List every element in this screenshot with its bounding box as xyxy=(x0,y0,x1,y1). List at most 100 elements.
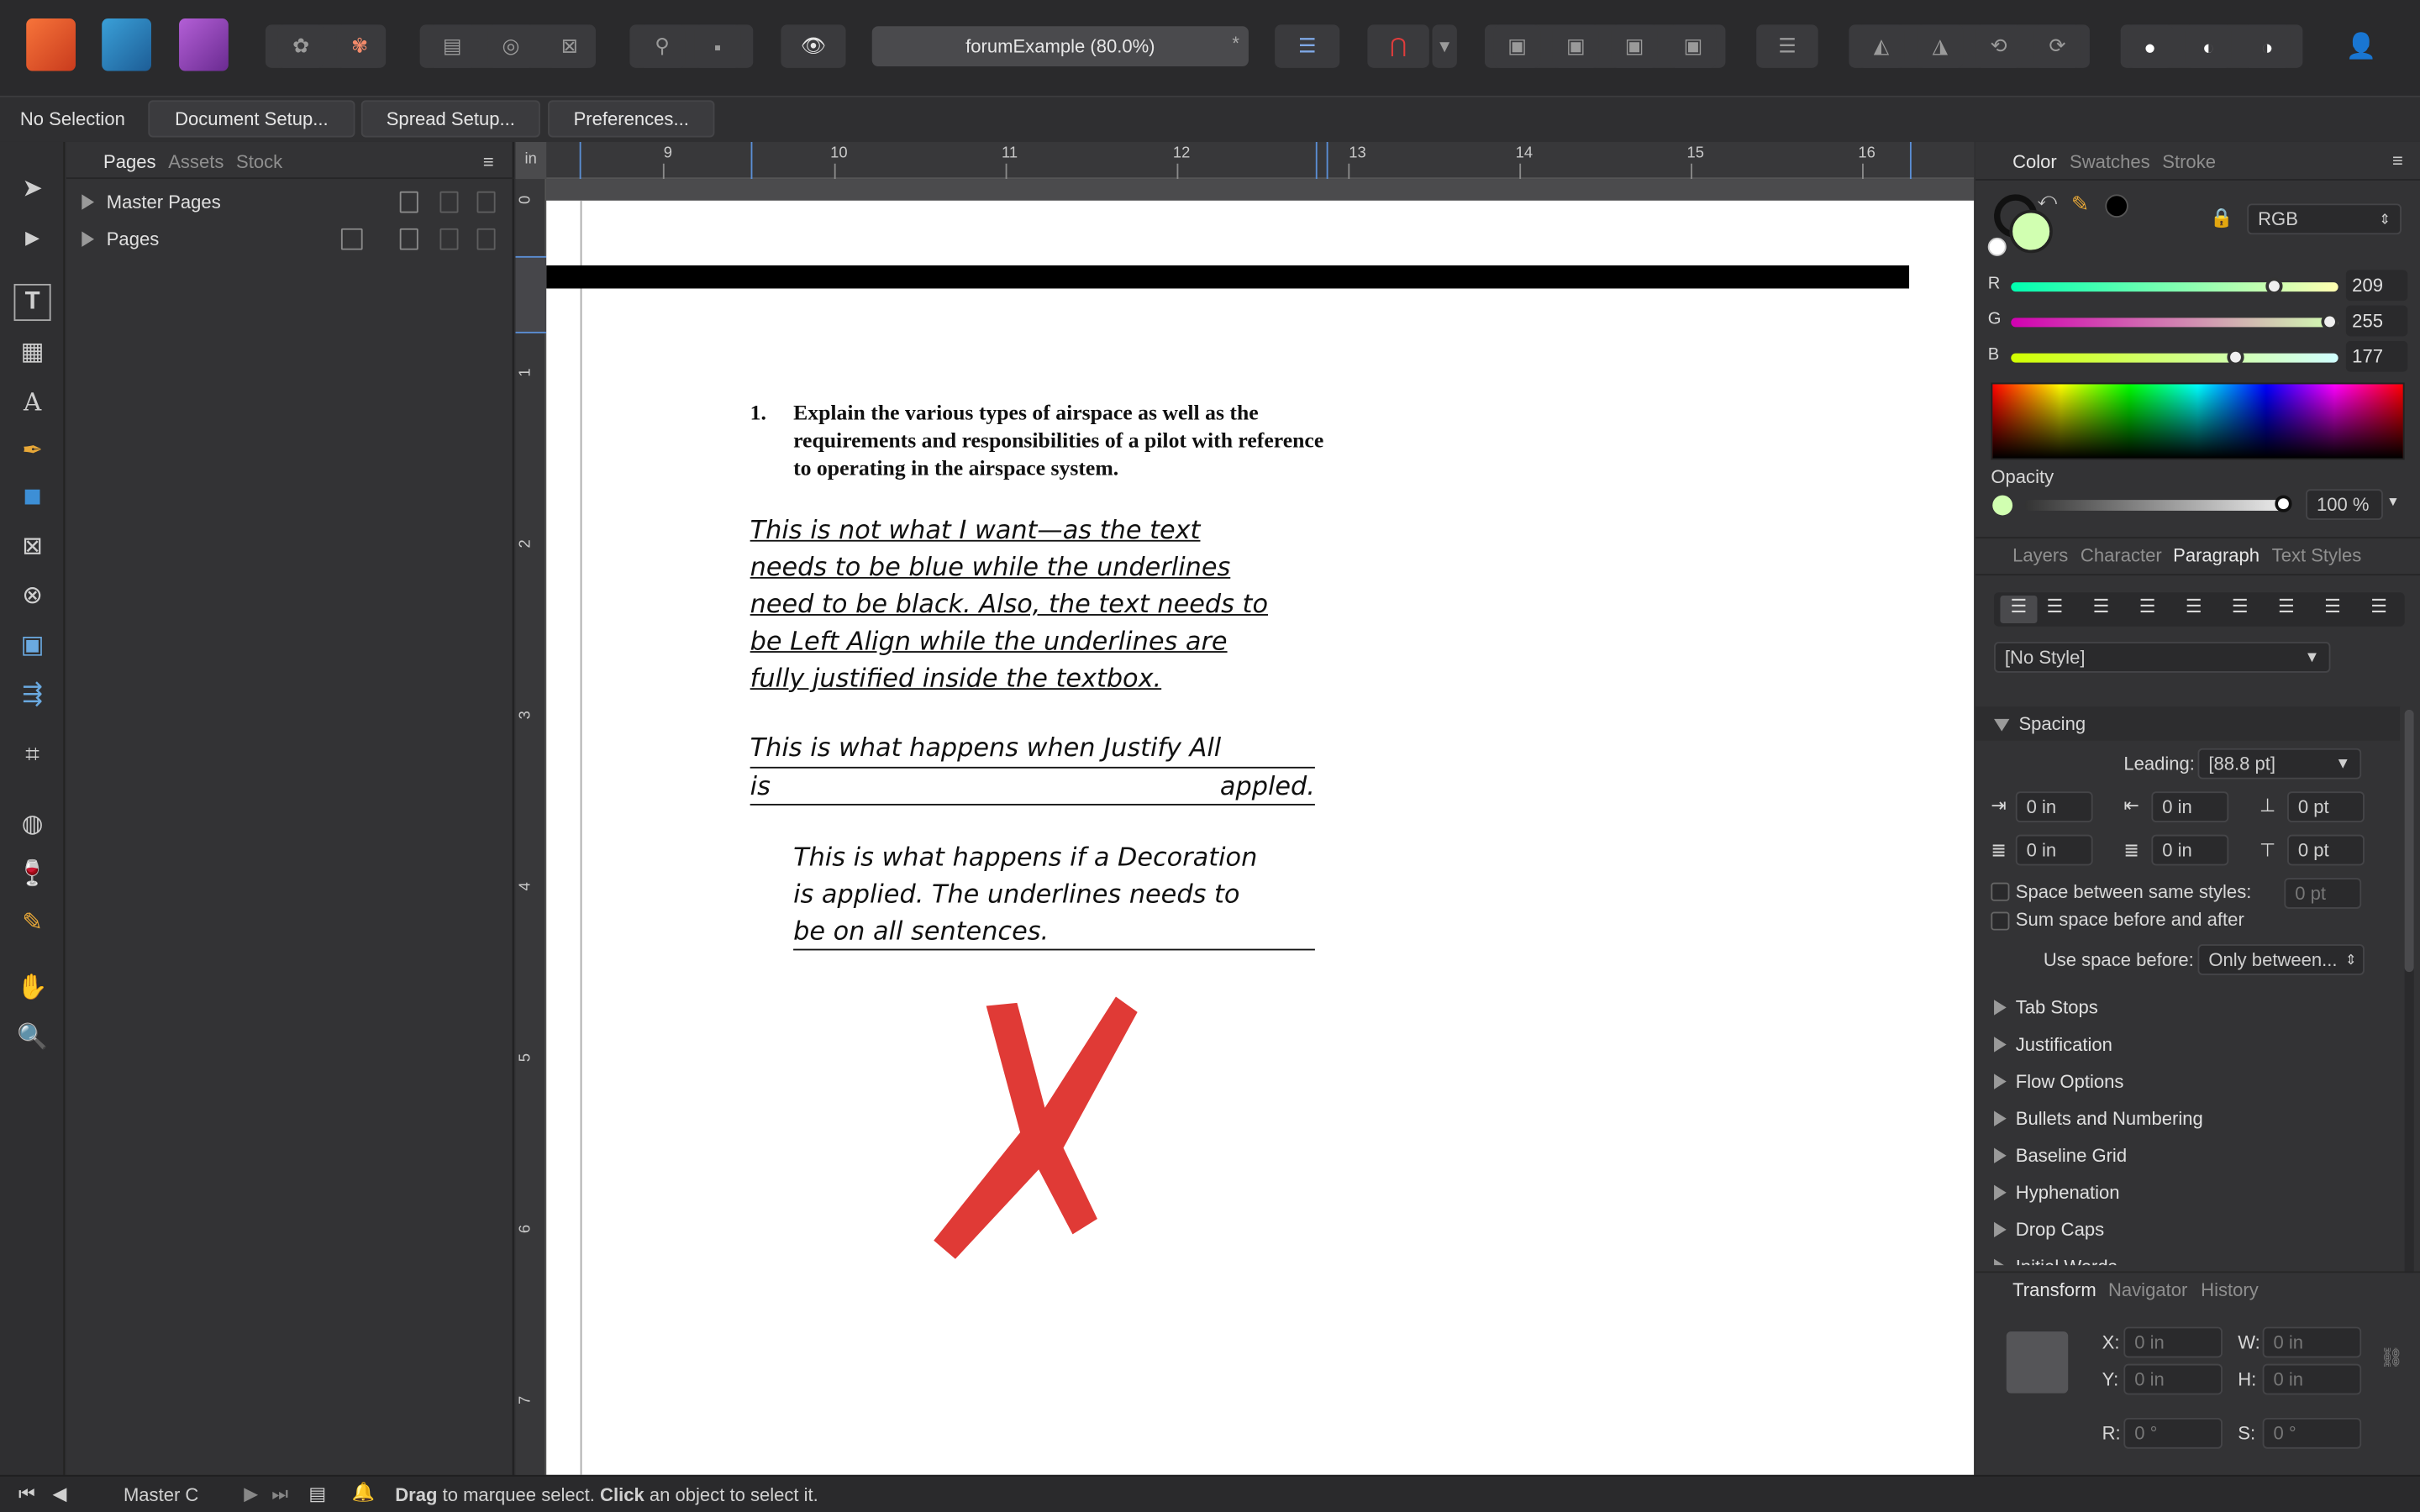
b-slider[interactable] xyxy=(2011,349,2338,366)
expand-triangle-icon[interactable] xyxy=(82,231,95,247)
shear-field[interactable]: 0 ° xyxy=(2262,1417,2362,1449)
text-frame-3[interactable]: This is what happens if a Decoration is … xyxy=(793,839,1315,951)
frame-icon[interactable]: ▪ xyxy=(694,24,741,68)
expand-triangle-icon[interactable] xyxy=(1994,1258,2007,1266)
space-after-field[interactable]: 0 pt xyxy=(2287,834,2365,866)
tab-swatches[interactable]: Swatches xyxy=(2070,151,2150,173)
move-back-icon[interactable]: ▣ xyxy=(1552,24,1599,68)
right-indent-field[interactable]: 0 in xyxy=(2015,834,2093,866)
preferences-button[interactable]: Preferences... xyxy=(548,100,715,138)
last-page-icon[interactable]: ⏭ xyxy=(271,1483,288,1506)
ellipse-frame-tool-icon[interactable]: ⊗ xyxy=(14,577,51,614)
section-drop-caps[interactable]: Drop Caps xyxy=(1975,1213,2400,1247)
scrollbar-thumb[interactable] xyxy=(2404,709,2414,973)
opacity-dropdown-icon[interactable]: ▾ xyxy=(2389,494,2396,511)
fill-tool-icon[interactable]: ◍ xyxy=(14,806,51,843)
tab-pages[interactable]: Pages xyxy=(103,151,156,173)
section-hyphenation[interactable]: Hyphenation xyxy=(1975,1176,2400,1210)
red-x-mark-icon[interactable] xyxy=(924,988,1140,1266)
section-justification[interactable]: Justification xyxy=(1975,1027,2400,1061)
move-to-front-icon[interactable]: ▣ xyxy=(1670,24,1717,68)
color-model-select[interactable]: RGB ⇕ xyxy=(2247,203,2402,235)
snapping-dropdown-icon[interactable]: ▾ xyxy=(1432,24,1457,68)
affinity-designer-icon[interactable] xyxy=(102,18,152,71)
add-page-icon[interactable] xyxy=(399,228,418,250)
document-canvas[interactable]: in 9 10 11 12 13 14 15 16 0 1 2 3 4 5 6 … xyxy=(515,141,1975,1475)
hand-tool-icon[interactable]: ✋ xyxy=(14,969,51,1005)
color-spectrum[interactable] xyxy=(1991,382,2405,460)
master-pages-row[interactable]: Master Pages xyxy=(66,185,514,218)
first-page-icon[interactable]: ⏮ xyxy=(18,1483,35,1506)
document-page[interactable]: 1. Explain the various types of airspace… xyxy=(546,200,1975,1475)
section-bullets-and-numbering[interactable]: Bullets and Numbering xyxy=(1975,1101,2400,1135)
align-icon[interactable]: ☰ xyxy=(1756,24,1818,68)
y-field[interactable]: 0 in xyxy=(2123,1363,2223,1395)
align-center-icon[interactable]: ☰ xyxy=(2047,596,2064,617)
r-value-field[interactable]: 209 xyxy=(2345,270,2408,302)
tab-stock[interactable]: Stock xyxy=(236,151,282,173)
x-field[interactable]: 0 in xyxy=(2123,1326,2223,1358)
flip-vertical-icon[interactable]: ◮ xyxy=(1917,24,1964,68)
expand-triangle-icon[interactable] xyxy=(1994,1074,2007,1089)
account-icon[interactable]: 👤 xyxy=(2333,24,2389,67)
tab-paragraph[interactable]: Paragraph xyxy=(2173,544,2260,566)
tab-color[interactable]: Color xyxy=(2012,151,2057,173)
rotate-left-icon[interactable]: ⟲ xyxy=(1975,24,2023,68)
paragraph-style-select[interactable]: [No Style] ▼ xyxy=(1994,642,2331,673)
expand-triangle-icon[interactable] xyxy=(1994,1221,2007,1238)
left-indent-field[interactable]: 0 in xyxy=(2015,791,2093,822)
align-away-spine-icon[interactable]: ☰ xyxy=(2370,596,2387,617)
space-between-same-styles-checkbox[interactable] xyxy=(1991,882,2010,901)
tab-stroke[interactable]: Stroke xyxy=(2162,151,2216,173)
add-boolean-icon[interactable]: ● xyxy=(2127,24,2174,68)
same-styles-field[interactable]: 0 pt xyxy=(2284,878,2362,909)
clip-to-canvas-icon[interactable]: ⊠ xyxy=(546,24,593,68)
b-slider-knob[interactable] xyxy=(2227,349,2244,366)
section-flow-options[interactable]: Flow Options xyxy=(1975,1064,2400,1098)
lock-icon[interactable]: 🔒 xyxy=(2210,207,2233,228)
affinity-photo-icon[interactable] xyxy=(179,18,229,71)
crop-tool-icon[interactable]: ⌗ xyxy=(14,738,51,774)
table-tool-icon[interactable]: ▦ xyxy=(14,333,51,370)
collapse-triangle-icon[interactable] xyxy=(1994,718,2010,732)
move-to-back-icon[interactable]: ▣ xyxy=(1493,24,1541,68)
transparency-tool-icon[interactable]: 🍷 xyxy=(14,855,51,892)
previous-page-icon[interactable]: ◀ xyxy=(52,1483,66,1504)
current-page-label[interactable]: Master C xyxy=(124,1484,198,1506)
rectangle-tool-icon[interactable]: ■ xyxy=(14,478,51,515)
space-before-field[interactable]: 0 pt xyxy=(2287,791,2365,822)
rotate-right-icon[interactable]: ⟳ xyxy=(2033,24,2081,68)
expand-triangle-icon[interactable] xyxy=(1994,1147,2007,1163)
picture-frame-tool-icon[interactable]: ⊠ xyxy=(14,528,51,564)
text-frame-2[interactable]: This is what happens when Justify All is… xyxy=(750,732,1315,806)
justify-right-icon[interactable]: ☰ xyxy=(2232,596,2249,617)
document-title[interactable]: forumExample (80.0%) * xyxy=(871,26,1249,66)
expand-triangle-icon[interactable] xyxy=(82,194,95,210)
normal-view-icon[interactable]: ▤ xyxy=(429,24,476,68)
duplicate-page-icon[interactable] xyxy=(439,228,459,250)
opacity-value-field[interactable]: 100 % xyxy=(2306,489,2383,520)
opacity-slider-knob[interactable] xyxy=(2275,495,2292,512)
h-field[interactable]: 0 in xyxy=(2262,1363,2362,1395)
expand-triangle-icon[interactable] xyxy=(1994,1000,2007,1016)
align-left-icon[interactable]: ☰ xyxy=(2000,595,2038,624)
pin-icon[interactable]: ⚲ xyxy=(639,24,686,68)
use-space-before-select[interactable]: Only between... ⇕ xyxy=(2197,944,2365,975)
next-page-icon[interactable]: ▶ xyxy=(244,1483,258,1504)
text-frame-grid-icon[interactable]: ☰ xyxy=(1275,24,1340,68)
fill-color-well[interactable] xyxy=(2009,209,2053,254)
expand-triangle-icon[interactable] xyxy=(1994,1184,2007,1200)
delete-master-icon[interactable] xyxy=(476,191,496,213)
panel-menu-icon[interactable]: ≡ xyxy=(2392,150,2403,171)
vertical-ruler[interactable]: 0 1 2 3 4 5 6 7 xyxy=(515,179,547,1475)
expand-triangle-icon[interactable] xyxy=(1994,1110,2007,1126)
document-setup-button[interactable]: Document Setup... xyxy=(148,100,355,138)
vector-crop-tool-icon[interactable]: ⇶ xyxy=(14,675,51,712)
align-right-icon[interactable]: ☰ xyxy=(2093,596,2110,617)
delete-page-icon[interactable] xyxy=(476,228,496,250)
subtract-boolean-icon[interactable]: ◐ xyxy=(2185,24,2232,68)
artistic-text-tool-icon[interactable]: A xyxy=(14,383,51,420)
tab-character[interactable]: Character xyxy=(2081,544,2162,566)
no-color-icon[interactable] xyxy=(1987,237,2007,256)
section-tab-stops[interactable]: Tab Stops xyxy=(1975,990,2400,1024)
